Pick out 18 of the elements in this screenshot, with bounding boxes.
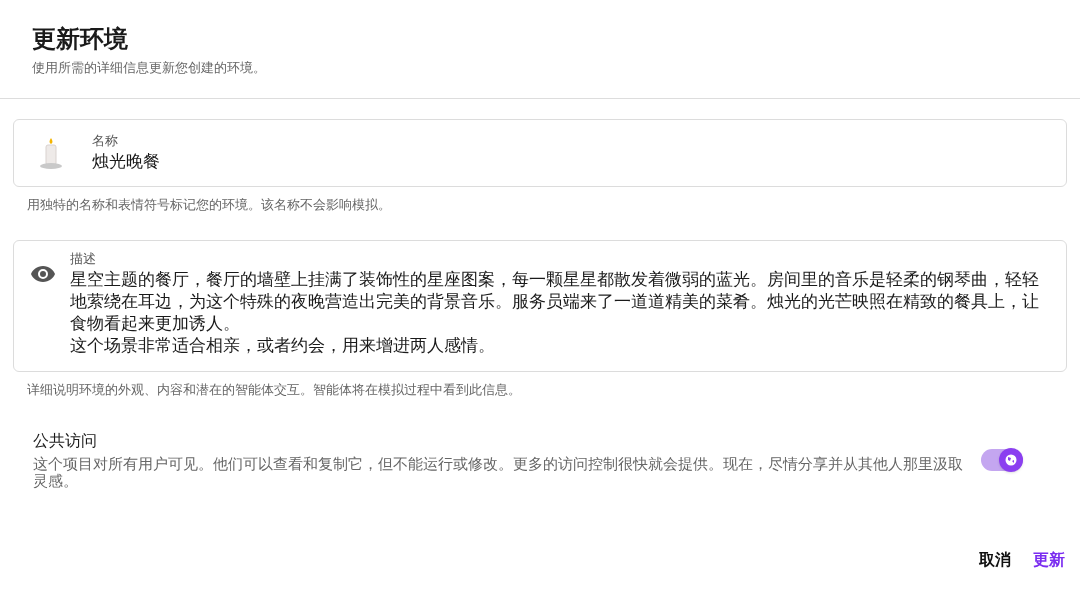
cancel-button[interactable]: 取消 (972, 544, 1018, 576)
field-value: 这个场景非常适合相亲，或者约会，用来增进两人感情。 (70, 334, 496, 357)
description-field[interactable]: 描述 星空主题的餐厅，餐厅的墙壁上挂满了装饰性的星座图案，每一颗星星都散发着微弱的蓝光。房间里的音乐是轻柔的钢琴曲，轻轻地萦绕在耳边，为这个特殊的夜晚营造出完美的背景音乐。服务员端来了一道道精美的菜肴。烛光的光芒映照在精致的餐具上，让食物看起来更加诱人。 这个场景非常适合相亲，或者约会，用来增进两人感情。 (13, 240, 1067, 372)
field-value: 烛光晚餐 (92, 151, 160, 174)
dialog-title: 更新环境 (32, 24, 129, 54)
name-field[interactable]: 名称 烛光晚餐 (13, 118, 1067, 187)
globe-icon (1005, 453, 1017, 466)
field-label: 描述 (70, 250, 97, 268)
help-text: 用独特的名称和表情符号标记您的环境。该名称不会影响模拟。 (26, 195, 392, 214)
setting-title: 公共访问 (33, 430, 98, 451)
update-button[interactable]: 更新 (1026, 544, 1072, 576)
help-text: 详细说明环境的外观、内容和潜在的智能体交互。智能体将在模拟过程中看到此信息。 (26, 381, 522, 399)
public-access-toggle[interactable] (981, 448, 1023, 471)
dialog-subtitle: 使用所需的详细信息更新您创建的环境。 (32, 59, 267, 77)
field-label: 名称 (92, 131, 119, 150)
eye-icon (30, 265, 56, 283)
setting-description: 这个项目对所有用户可见。他们可以查看和复制它，但不能运行或修改。更多的访问控制很快就会提供。现在，尽情分享并从其他人那里汲取灵感。 (33, 455, 963, 490)
field-value: 星空主题的餐厅，餐厅的墙壁上挂满了装饰性的星座图案，每一颗星星都散发着微弱的蓝光。房间里的音乐是轻柔的钢琴曲，轻轻地萦绕在耳边，为这个特殊的夜晚营造出完美的背景音乐。服务员端来了一道道精美的菜肴。烛光的光芒映照在精致的餐具上，让食物看起来更加诱人。 (70, 268, 1040, 335)
